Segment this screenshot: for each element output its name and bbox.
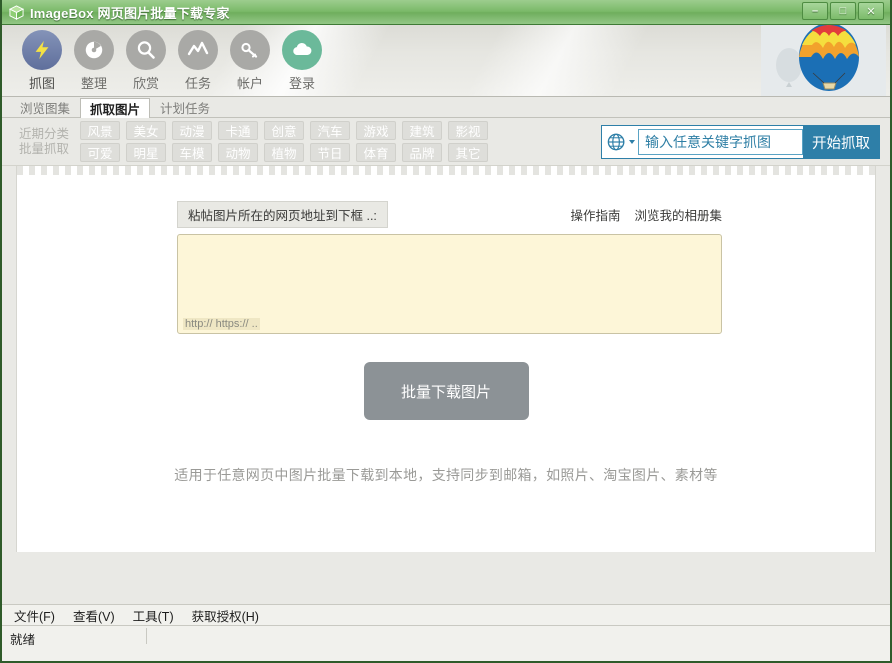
category-chip-cars[interactable]: 汽车 [310, 121, 350, 140]
chevron-down-icon [628, 140, 635, 144]
start-capture-button[interactable]: 开始抓取 [803, 126, 879, 158]
category-chip-architecture[interactable]: 建筑 [402, 121, 442, 140]
status-separator [146, 628, 147, 644]
url-textarea[interactable]: http:// https:// .. [177, 234, 722, 334]
category-chip-carmodel[interactable]: 车模 [172, 143, 212, 162]
toolbar-button-account[interactable]: 帐户 [224, 30, 276, 92]
search-bar: 开始抓取 [601, 125, 880, 159]
menu-item-license[interactable]: 获取授权(H) [192, 606, 259, 625]
window-title: ImageBox 网页图片批量下载专家 [30, 5, 230, 21]
pie-chart-icon [74, 30, 114, 70]
panel-links: 操作指南 浏览我的相册集 [570, 205, 722, 224]
toolbar-button-tasks[interactable]: 任务 [172, 30, 224, 92]
toolbar-label-organize: 整理 [80, 76, 107, 91]
toolbar-button-view[interactable]: 欣赏 [120, 30, 172, 92]
toolbar-label-tasks: 任务 [184, 76, 211, 91]
search-input[interactable] [638, 129, 803, 155]
category-chip-stars[interactable]: 明星 [126, 143, 166, 162]
category-bar: 近期分类 批量抓取 风景 美女 动漫 卡通 创意 汽车 游戏 建筑 影视 可爱 … [2, 118, 890, 166]
lightning-icon [22, 30, 62, 70]
url-hint-label: http:// https:// .. [183, 318, 260, 330]
category-chip-cartoon[interactable]: 卡通 [218, 121, 258, 140]
menu-item-tools[interactable]: 工具(T) [133, 606, 174, 625]
category-chip-anime[interactable]: 动漫 [172, 121, 212, 140]
tab-capture-images[interactable]: 抓取图片 [80, 98, 151, 118]
tab-scheduled-tasks[interactable]: 计划任务 [150, 97, 220, 117]
category-chip-sports[interactable]: 体育 [356, 143, 396, 162]
status-bar: 就绪 [2, 625, 890, 661]
magnifier-icon [126, 30, 166, 70]
toolbar-label-login: 登录 [288, 76, 315, 91]
category-chip-brands[interactable]: 品牌 [402, 143, 442, 162]
category-chip-other[interactable]: 其它 [448, 143, 488, 162]
operation-guide-link[interactable]: 操作指南 [570, 205, 620, 224]
toolbar-label-account: 帐户 [236, 76, 263, 91]
tab-strip: 浏览图集 抓取图片 计划任务 [2, 97, 890, 118]
minimize-button[interactable]: – [802, 2, 828, 20]
hot-air-balloon-image [761, 25, 886, 96]
category-chip-grid: 风景 美女 动漫 卡通 创意 汽车 游戏 建筑 影视 可爱 明星 车模 动物 植… [80, 121, 488, 162]
category-chip-beauty[interactable]: 美女 [126, 121, 166, 140]
maximize-button[interactable]: □ [830, 2, 856, 20]
window-controls: – □ ✕ [802, 2, 884, 20]
category-chip-games[interactable]: 游戏 [356, 121, 396, 140]
category-chip-cute[interactable]: 可爱 [80, 143, 120, 162]
filmstrip-top [17, 166, 875, 175]
menu-bar: 文件(F) 查看(V) 工具(T) 获取授权(H) [2, 604, 890, 625]
chart-line-icon [178, 30, 218, 70]
box-icon [8, 4, 25, 20]
tab-browse-albums[interactable]: 浏览图集 [10, 97, 80, 117]
application-window: ImageBox 网页图片批量下载专家 – □ ✕ 抓图 整理 欣赏 任务 帐户… [0, 0, 892, 663]
toolbar-label-view: 欣赏 [132, 76, 159, 91]
paste-instruction-label: 粘帖图片所在的网页地址到下框 ..: [177, 201, 388, 228]
browse-my-albums-link[interactable]: 浏览我的相册集 [634, 205, 722, 224]
close-button[interactable]: ✕ [858, 2, 884, 20]
category-chip-creative[interactable]: 创意 [264, 121, 304, 140]
category-caption-line2: 批量抓取 [18, 141, 69, 156]
status-text: 就绪 [10, 633, 36, 647]
content-stage: 粘帖图片所在的网页地址到下框 ..: 操作指南 浏览我的相册集 http:// … [2, 166, 890, 661]
capture-panel: 粘帖图片所在的网页地址到下框 ..: 操作指南 浏览我的相册集 http:// … [16, 166, 876, 552]
panel-description: 适用于任意网页中图片批量下载到本地，支持同步到邮箱，如照片、淘宝图片、素材等 [174, 467, 718, 483]
category-chip-plants[interactable]: 植物 [264, 143, 304, 162]
category-row-2: 可爱 明星 车模 动物 植物 节日 体育 品牌 其它 [80, 143, 488, 162]
batch-download-button[interactable]: 批量下载图片 [363, 362, 529, 420]
toolbar-label-capture: 抓图 [28, 76, 55, 91]
title-bar: ImageBox 网页图片批量下载专家 – □ ✕ [2, 0, 890, 25]
category-chip-holiday[interactable]: 节日 [310, 143, 350, 162]
menu-item-file[interactable]: 文件(F) [14, 606, 55, 625]
capture-panel-body: 粘帖图片所在的网页地址到下框 ..: 操作指南 浏览我的相册集 http:// … [17, 175, 875, 561]
paste-row: 粘帖图片所在的网页地址到下框 ..: 操作指南 浏览我的相册集 [177, 201, 722, 228]
main-toolbar: 抓图 整理 欣赏 任务 帐户 登录 [2, 25, 890, 97]
toolbar-button-organize[interactable]: 整理 [68, 30, 120, 92]
category-chip-film[interactable]: 影视 [448, 121, 488, 140]
key-icon [230, 30, 270, 70]
category-row-1: 风景 美女 动漫 卡通 创意 汽车 游戏 建筑 影视 [80, 121, 488, 140]
globe-icon[interactable] [602, 126, 638, 158]
category-caption: 近期分类 批量抓取 [12, 127, 76, 157]
category-caption-line1: 近期分类 [18, 126, 69, 141]
category-chip-scenery[interactable]: 风景 [80, 121, 120, 140]
cloud-upload-icon [282, 30, 322, 70]
toolbar-button-login[interactable]: 登录 [276, 30, 328, 92]
category-chip-animals[interactable]: 动物 [218, 143, 258, 162]
menu-item-view[interactable]: 查看(V) [73, 606, 115, 625]
toolbar-button-capture[interactable]: 抓图 [16, 30, 68, 92]
